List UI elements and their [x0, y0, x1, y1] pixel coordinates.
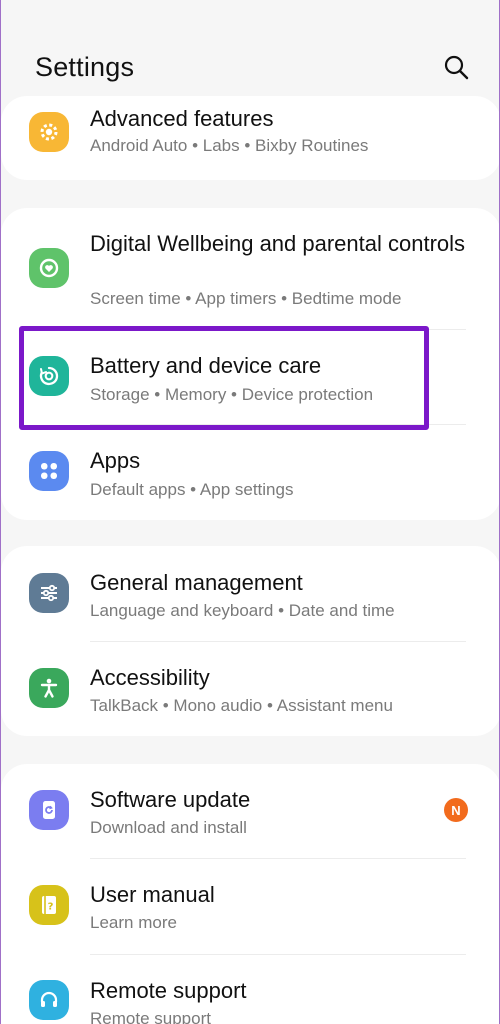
- accessibility-icon: [29, 668, 69, 708]
- item-subtitle: Screen time • App timers • Bedtime mode: [90, 289, 402, 308]
- settings-group-general: General management Language and keyboard…: [1, 546, 499, 736]
- settings-item-digital-wellbeing[interactable]: Digital Wellbeing and parental controls …: [1, 208, 499, 328]
- wellbeing-icon: [29, 248, 69, 288]
- item-label: Apps: [90, 448, 141, 473]
- settings-item-battery-device-care[interactable]: Battery and device care Storage • Memory…: [1, 330, 499, 424]
- device-care-icon: [29, 356, 69, 396]
- search-icon: [444, 55, 469, 80]
- settings-screen: Settings Advanced features Android Auto …: [0, 0, 500, 1024]
- new-badge: N: [444, 798, 468, 822]
- item-label: Digital Wellbeing and parental controls: [90, 231, 466, 256]
- item-label: Remote support: [90, 978, 247, 1003]
- item-label: User manual: [90, 882, 215, 907]
- item-label: General management: [90, 570, 303, 595]
- settings-group-support: Software update Download and install ? U…: [1, 764, 499, 1024]
- search-button[interactable]: [439, 50, 473, 84]
- apps-grid-icon: [29, 451, 69, 491]
- software-update-icon: [29, 790, 69, 830]
- manual-icon: ?: [29, 885, 69, 925]
- svg-text:?: ?: [48, 902, 54, 913]
- item-subtitle: Download and install: [90, 818, 247, 837]
- item-subtitle: Android Auto • Labs • Bixby Routines: [90, 136, 369, 155]
- settings-group-wellbeing: Digital Wellbeing and parental controls …: [1, 208, 499, 520]
- item-label: Battery and device care: [90, 353, 322, 378]
- item-label: Accessibility: [90, 665, 210, 690]
- settings-item-user-manual[interactable]: ? User manual Learn more: [1, 859, 499, 954]
- item-subtitle: Learn more: [90, 913, 177, 932]
- settings-item-advanced-features[interactable]: Advanced features Android Auto • Labs • …: [1, 96, 499, 180]
- headset-icon: [29, 980, 69, 1020]
- gear-icon: [29, 112, 69, 152]
- settings-item-apps[interactable]: Apps Default apps • App settings: [1, 425, 499, 520]
- item-label: Software update: [90, 787, 251, 812]
- settings-item-accessibility[interactable]: Accessibility TalkBack • Mono audio • As…: [1, 642, 499, 736]
- settings-item-general-management[interactable]: General management Language and keyboard…: [1, 546, 499, 641]
- item-subtitle: Remote support: [90, 1009, 211, 1024]
- app-header: Settings: [1, 0, 499, 100]
- sliders-icon: [29, 573, 69, 613]
- settings-item-software-update[interactable]: Software update Download and install: [1, 764, 499, 858]
- item-subtitle: Language and keyboard • Date and time: [90, 601, 395, 620]
- page-title: Settings: [35, 52, 135, 82]
- settings-group-advanced: Advanced features Android Auto • Labs • …: [1, 96, 499, 180]
- item-label: Advanced features: [90, 106, 274, 131]
- item-subtitle: TalkBack • Mono audio • Assistant menu: [90, 696, 393, 715]
- item-subtitle: Storage • Memory • Device protection: [90, 385, 374, 404]
- settings-item-remote-support[interactable]: Remote support Remote support: [1, 955, 499, 1024]
- item-subtitle: Default apps • App settings: [90, 480, 294, 499]
